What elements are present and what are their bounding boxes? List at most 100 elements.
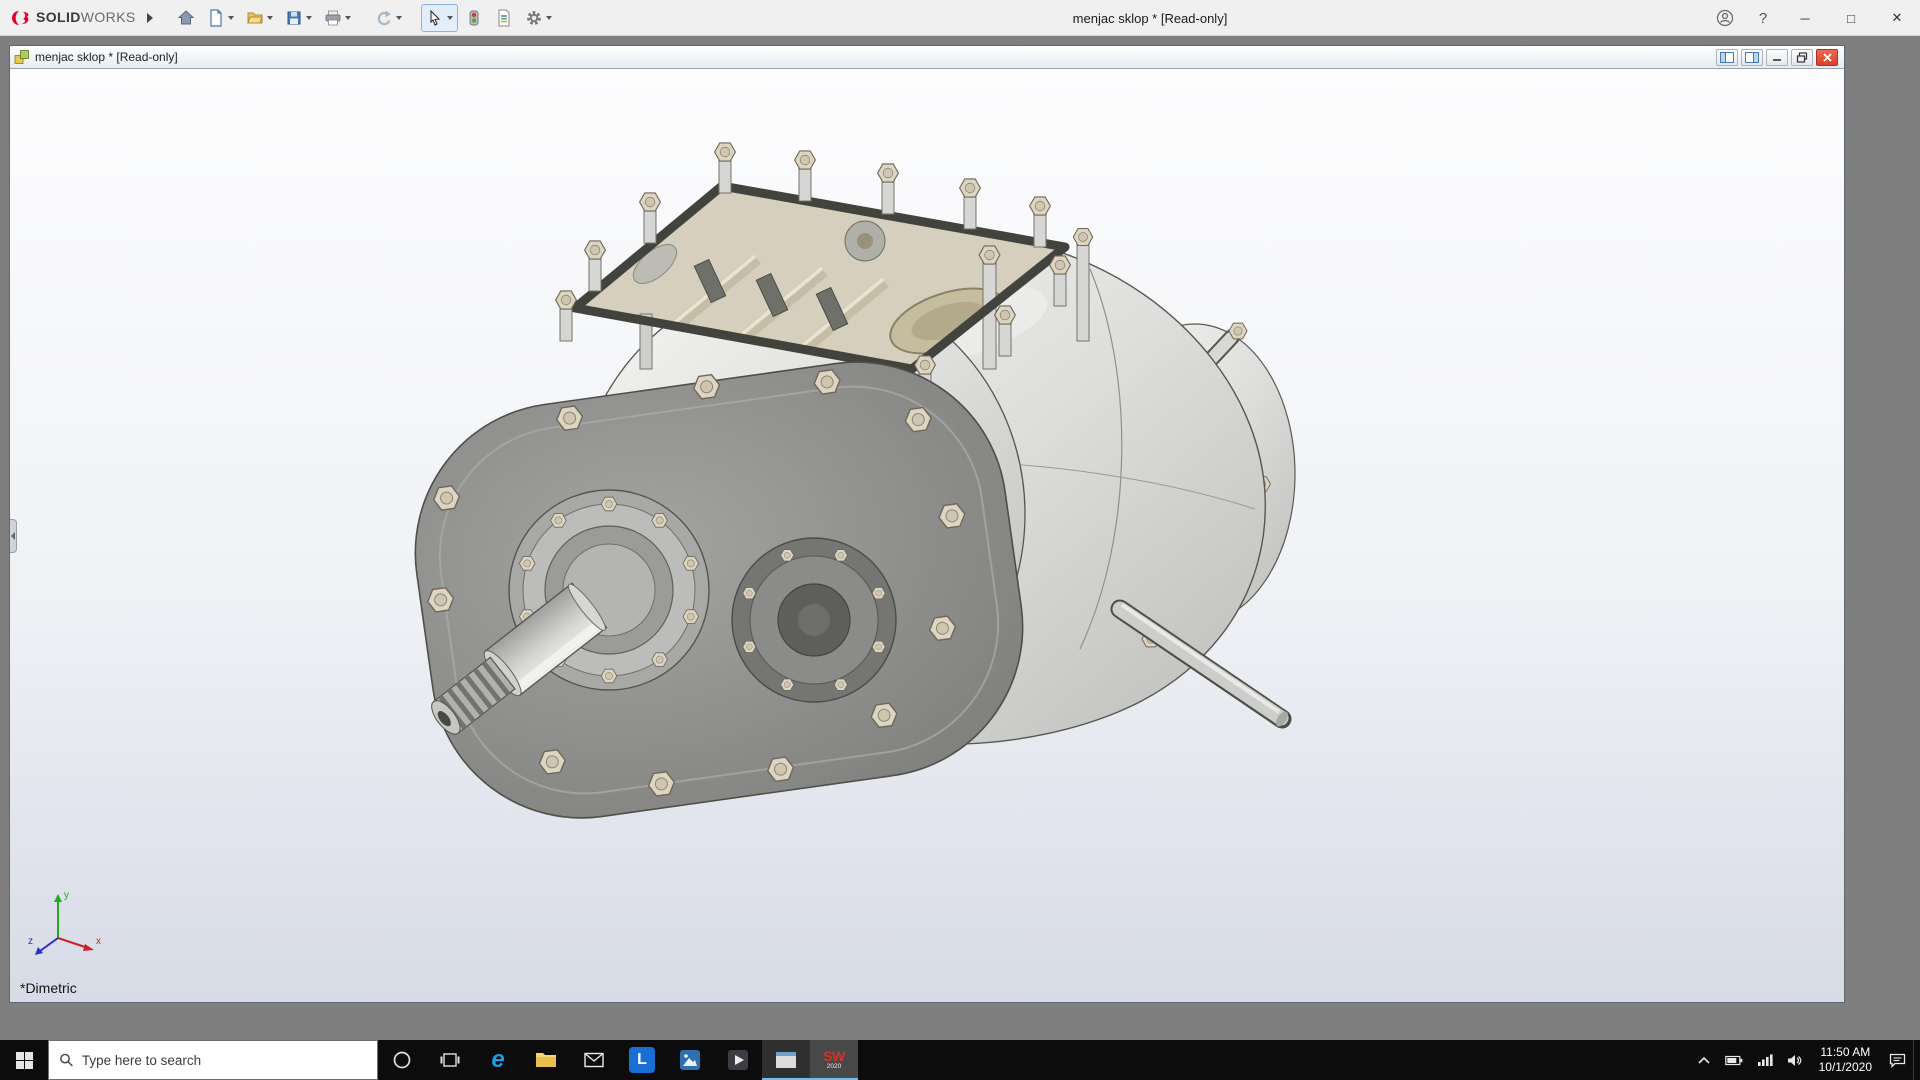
display-pane-left-button[interactable] bbox=[1716, 49, 1738, 66]
dropdown-arrow-icon bbox=[396, 16, 402, 20]
task-view-icon bbox=[440, 1051, 460, 1069]
print-button[interactable] bbox=[319, 4, 356, 32]
bearing-cover-boss[interactable] bbox=[732, 538, 896, 702]
action-center-button[interactable] bbox=[1882, 1040, 1913, 1080]
minimize-window-button[interactable]: ─ bbox=[1782, 0, 1828, 36]
front-flange-plate[interactable] bbox=[395, 336, 1042, 837]
taskbar-item-edge[interactable]: e bbox=[474, 1040, 522, 1080]
minimize-icon bbox=[1771, 52, 1783, 62]
app-title: menjac sklop * [Read-only] bbox=[1073, 0, 1228, 36]
battery-icon bbox=[1725, 1055, 1743, 1066]
x-axis-arrow bbox=[83, 944, 94, 951]
start-button[interactable] bbox=[0, 1040, 48, 1080]
cortana-button[interactable] bbox=[378, 1040, 426, 1080]
dropdown-arrow-icon bbox=[267, 16, 273, 20]
home-button[interactable] bbox=[172, 4, 200, 32]
toolbar-flyout-arrow-icon[interactable] bbox=[142, 5, 158, 31]
document-close-button[interactable] bbox=[1816, 49, 1838, 66]
taskbar-item-active-window[interactable] bbox=[762, 1040, 810, 1080]
network-icon bbox=[1757, 1054, 1773, 1066]
help-button[interactable]: ? bbox=[1744, 0, 1782, 36]
file-properties-icon bbox=[495, 9, 513, 27]
document-title: menjac sklop * [Read-only] bbox=[35, 50, 178, 64]
taskbar-item-solidworks[interactable]: SW 2020 bbox=[810, 1040, 858, 1080]
undo-button[interactable] bbox=[370, 4, 407, 32]
select-tool-button[interactable] bbox=[421, 4, 458, 32]
taskbar-search[interactable] bbox=[48, 1040, 378, 1080]
media-player-icon bbox=[727, 1049, 749, 1071]
home-icon bbox=[177, 9, 195, 27]
maximize-window-button[interactable]: □ bbox=[1828, 0, 1874, 36]
new-document-button[interactable] bbox=[202, 4, 239, 32]
x-axis-label: x bbox=[96, 936, 101, 947]
document-window-controls bbox=[1716, 49, 1840, 66]
y-axis-label: y bbox=[64, 890, 69, 901]
panel-splitter-handle[interactable] bbox=[10, 519, 17, 553]
app-titlebar[interactable]: SOLIDWORKS bbox=[0, 0, 1920, 36]
show-desktop-button[interactable] bbox=[1913, 1040, 1920, 1080]
tray-show-hidden-icons-button[interactable] bbox=[1690, 1040, 1718, 1080]
clock-time: 11:50 AM bbox=[1820, 1045, 1870, 1060]
display-pane-right-button[interactable] bbox=[1741, 49, 1763, 66]
open-folder-icon bbox=[246, 9, 264, 27]
titlebar-right-controls: ? ─ □ ✕ bbox=[1706, 0, 1920, 36]
taskbar-item-l-app[interactable]: L bbox=[618, 1040, 666, 1080]
app-window-icon bbox=[775, 1051, 797, 1069]
edge-icon: e bbox=[491, 1048, 504, 1072]
solidworks-logo: SOLIDWORKS bbox=[0, 9, 142, 27]
restore-icon bbox=[1796, 52, 1808, 63]
select-cursor-icon bbox=[426, 9, 444, 27]
search-input[interactable] bbox=[82, 1053, 367, 1068]
open-button[interactable] bbox=[241, 4, 278, 32]
close-window-button[interactable]: ✕ bbox=[1874, 0, 1920, 36]
taskbar-item-mail[interactable] bbox=[570, 1040, 618, 1080]
document-restore-button[interactable] bbox=[1791, 49, 1813, 66]
undo-icon bbox=[375, 9, 393, 27]
brand-text-light: WORKS bbox=[81, 9, 136, 25]
dropdown-arrow-icon bbox=[447, 16, 453, 20]
new-document-icon bbox=[207, 9, 225, 27]
split-pane-left-icon bbox=[1720, 52, 1734, 63]
document-titlebar[interactable]: menjac sklop * [Read-only] bbox=[10, 46, 1844, 69]
solidworks-application: SOLIDWORKS bbox=[0, 0, 1920, 1080]
dassault-systemes-logo-icon bbox=[10, 9, 32, 27]
dropdown-arrow-icon bbox=[228, 16, 234, 20]
photos-icon bbox=[679, 1049, 701, 1071]
z-axis-arrow bbox=[35, 947, 43, 955]
file-properties-button[interactable] bbox=[490, 4, 518, 32]
system-tray: 11:50 AM 10/1/2020 bbox=[1690, 1040, 1920, 1080]
rebuild-button[interactable] bbox=[460, 4, 488, 32]
gearbox-3d-model[interactable] bbox=[10, 69, 1844, 1002]
document-minimize-button[interactable] bbox=[1766, 49, 1788, 66]
document-window: menjac sklop * [Read-only] bbox=[9, 45, 1845, 1003]
orientation-triad: y x z bbox=[28, 884, 108, 964]
options-button[interactable] bbox=[520, 4, 557, 32]
quick-access-toolbar bbox=[172, 4, 557, 32]
user-account-button[interactable] bbox=[1706, 0, 1744, 36]
graphics-viewport[interactable]: y x z *Dimetric bbox=[10, 69, 1844, 1002]
z-axis-label: z bbox=[28, 936, 33, 947]
task-view-button[interactable] bbox=[426, 1040, 474, 1080]
close-icon bbox=[1822, 52, 1833, 63]
search-icon bbox=[59, 1052, 74, 1068]
assembly-document-icon bbox=[14, 49, 30, 65]
options-gear-icon bbox=[525, 9, 543, 27]
tray-battery-button[interactable] bbox=[1718, 1040, 1750, 1080]
speaker-icon bbox=[1787, 1054, 1802, 1067]
windows-logo-icon bbox=[16, 1052, 33, 1069]
clock-date: 10/1/2020 bbox=[1819, 1060, 1872, 1075]
view-orientation-label: *Dimetric bbox=[20, 980, 77, 996]
taskbar-item-media-player[interactable] bbox=[714, 1040, 762, 1080]
save-button[interactable] bbox=[280, 4, 317, 32]
chevron-up-icon bbox=[1697, 1055, 1711, 1065]
tray-network-button[interactable] bbox=[1750, 1040, 1780, 1080]
dropdown-arrow-icon bbox=[546, 16, 552, 20]
dropdown-arrow-icon bbox=[306, 16, 312, 20]
dropdown-arrow-icon bbox=[345, 16, 351, 20]
taskbar-item-photos[interactable] bbox=[666, 1040, 714, 1080]
taskbar-item-file-explorer[interactable] bbox=[522, 1040, 570, 1080]
file-explorer-icon bbox=[535, 1051, 557, 1069]
windows-taskbar: e L bbox=[0, 1040, 1920, 1080]
tray-volume-button[interactable] bbox=[1780, 1040, 1809, 1080]
taskbar-clock[interactable]: 11:50 AM 10/1/2020 bbox=[1809, 1040, 1882, 1080]
